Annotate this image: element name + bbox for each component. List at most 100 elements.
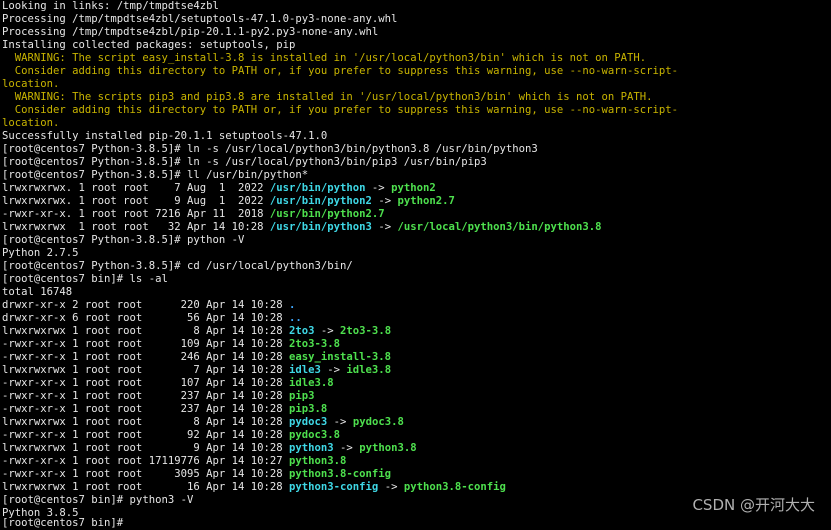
terminal-text: lrwxrwxrwx 1 root root 8 Apr 14 10:28 [2, 325, 290, 337]
terminal-text: -rwxr-xr-x 1 root root 246 Apr 14 10:28 [2, 351, 290, 363]
terminal-line: Consider adding this directory to PATH o… [2, 104, 831, 117]
terminal-text: [root@centos7 bin]# ls -al [2, 273, 168, 285]
terminal-highlight-green: python2 [391, 182, 436, 194]
terminal-line: lrwxrwxrwx 1 root root 9 Apr 14 10:28 py… [2, 442, 831, 455]
terminal-highlight-warn: Consider adding this directory to PATH o… [2, 104, 679, 116]
terminal-highlight-blue: . [289, 299, 296, 311]
terminal-text: -> [314, 325, 341, 337]
terminal-line: -rwxr-xr-x 1 root root 237 Apr 14 10:28 … [2, 390, 831, 403]
terminal-highlight-green: 2to3-3.8 [340, 325, 392, 337]
terminal-text: Installing collected packages: setuptool… [2, 39, 296, 51]
terminal-line: location. [2, 117, 831, 130]
terminal-highlight-green: pydoc3.8 [352, 416, 404, 428]
terminal-text: lrwxrwxrwx 1 root root 9 Apr 14 10:28 [2, 442, 290, 454]
terminal-highlight-green: python3.8 [289, 455, 347, 467]
terminal-line: -rwxr-xr-x. 1 root root 7216 Apr 11 2018… [2, 208, 831, 221]
terminal-line: -rwxr-xr-x 1 root root 17119776 Apr 14 1… [2, 455, 831, 468]
terminal-highlight-warn: WARNING: The scripts pip3 and pip3.8 are… [2, 91, 653, 103]
terminal-line: Consider adding this directory to PATH o… [2, 65, 831, 78]
terminal-text: -rwxr-xr-x 1 root root 237 Apr 14 10:28 [2, 403, 290, 415]
terminal-highlight-blue: .. [289, 312, 302, 324]
terminal-text: Python 2.7.5 [2, 247, 79, 259]
terminal-line: -rwxr-xr-x 1 root root 107 Apr 14 10:28 … [2, 377, 831, 390]
terminal-highlight-warn: WARNING: The script easy_install-3.8 is … [2, 52, 647, 64]
terminal-highlight-green: idle3.8 [346, 364, 392, 376]
terminal-line: -rwxr-xr-x 1 root root 92 Apr 14 10:28 p… [2, 429, 831, 442]
terminal-line: drwxr-xr-x 2 root root 220 Apr 14 10:28 … [2, 299, 831, 312]
terminal-line: Processing /tmp/tmpdtse4zbl/setuptools-4… [2, 13, 831, 26]
terminal-text: -rwxr-xr-x 1 root root 17119776 Apr 14 1… [2, 455, 290, 467]
terminal-line: Processing /tmp/tmpdtse4zbl/pip-20.1.1-p… [2, 26, 831, 39]
terminal-line: lrwxrwxrwx 1 root root 16 Apr 14 10:28 p… [2, 481, 831, 494]
terminal-highlight-cyan: /usr/bin/python [269, 182, 366, 194]
terminal-line: location. [2, 78, 831, 91]
terminal-highlight-green: python3.8 [359, 442, 417, 454]
terminal-highlight-cyan: /usr/bin/python2 [269, 195, 372, 207]
terminal-text: lrwxrwxrwx. 1 root root 9 Aug 1 2022 [2, 195, 270, 207]
csdn-watermark: CSDN @开河大大 [692, 496, 815, 514]
terminal-highlight-green: /usr/local/python3/bin/python3.8 [397, 221, 602, 233]
terminal-text: -> [327, 416, 353, 428]
terminal-text: [root@centos7 Python-3.8.5]# python -V [2, 234, 245, 246]
terminal-highlight-green: python3.8-config [403, 481, 506, 493]
terminal-text: [root@centos7 Python-3.8.5]# ln -s /usr/… [2, 156, 487, 168]
terminal-text: lrwxrwxrwx 1 root root 32 Apr 14 10:28 [2, 221, 270, 233]
terminal-text: lrwxrwxrwx 1 root root 16 Apr 14 10:28 [2, 481, 290, 493]
terminal-line: [root@centos7 Python-3.8.5]# cd /usr/loc… [2, 260, 831, 273]
terminal-line: [root@centos7 Python-3.8.5]# ln -s /usr/… [2, 156, 831, 169]
terminal-line: -rwxr-xr-x 1 root root 3095 Apr 14 10:28… [2, 468, 831, 481]
terminal-highlight-warn: location. [2, 78, 60, 90]
terminal-line: Python 2.7.5 [2, 247, 831, 260]
terminal-text: -> [320, 364, 347, 376]
terminal-line: [root@centos7 Python-3.8.5]# ln -s /usr/… [2, 143, 831, 156]
terminal-text: Looking in links: /tmp/tmpdtse4zbl [2, 0, 219, 12]
terminal-text: -> [365, 182, 392, 194]
terminal-highlight-green: pydoc3.8 [289, 429, 341, 441]
terminal-highlight-cyan: python3-config [289, 481, 379, 493]
terminal-highlight-green: pip3 [289, 390, 315, 402]
terminal-line: Installing collected packages: setuptool… [2, 39, 831, 52]
terminal-highlight-green: python2.7 [397, 195, 455, 207]
terminal-highlight-green: python3.8-config [289, 468, 392, 480]
terminal-line: [root@centos7 bin]# ls -al [2, 273, 831, 286]
terminal-text: -rwxr-xr-x 1 root root 109 Apr 14 10:28 [2, 338, 290, 350]
terminal-text: -> [378, 481, 404, 493]
terminal-highlight-warn: location. [2, 117, 60, 129]
terminal-text: drwxr-xr-x 2 root root 220 Apr 14 10:28 [2, 299, 290, 311]
terminal-text: [root@centos7 bin]# python3 -V [2, 494, 194, 506]
terminal-text: Processing /tmp/tmpdtse4zbl/pip-20.1.1-p… [2, 26, 379, 38]
terminal-text: [root@centos7 Python-3.8.5]# cd /usr/loc… [2, 260, 353, 272]
terminal-line: [root@centos7 Python-3.8.5]# ll /usr/bin… [2, 169, 831, 182]
terminal-highlight-green: easy_install-3.8 [289, 351, 392, 363]
terminal-line: [root@centos7 Python-3.8.5]# python -V [2, 234, 831, 247]
terminal-highlight-cyan: /usr/bin/python3 [269, 221, 372, 233]
terminal-line: lrwxrwxrwx 1 root root 8 Apr 14 10:28 2t… [2, 325, 831, 338]
terminal-text: lrwxrwxrwx 1 root root 7 Apr 14 10:28 [2, 364, 290, 376]
terminal-text: Successfully installed pip-20.1.1 setupt… [2, 130, 328, 142]
terminal-text: -rwxr-xr-x. 1 root root 7216 Apr 11 2018 [2, 208, 270, 220]
terminal-text: total 16748 [2, 286, 73, 298]
terminal-window[interactable]: Looking in links: /tmp/tmpdtse4zbl Proces… [0, 0, 831, 524]
terminal-highlight-green: idle3.8 [289, 377, 334, 389]
terminal-highlight-cyan: pydoc3 [289, 416, 328, 428]
terminal-text: -> [371, 195, 398, 207]
terminal-text: lrwxrwxrwx. 1 root root 7 Aug 1 2022 [2, 182, 270, 194]
terminal-text: -rwxr-xr-x 1 root root 107 Apr 14 10:28 [2, 377, 290, 389]
terminal-line: drwxr-xr-x 6 root root 56 Apr 14 10:28 .… [2, 312, 831, 325]
terminal-line: Successfully installed pip-20.1.1 setupt… [2, 130, 831, 143]
terminal-highlight-green: pip3.8 [289, 403, 328, 415]
terminal-highlight-green: 2to3-3.8 [289, 338, 341, 350]
terminal-highlight-green: /usr/bin/python2.7 [269, 208, 385, 220]
terminal-text: [root@centos7 Python-3.8.5]# ln -s /usr/… [2, 143, 538, 155]
terminal-text: -rwxr-xr-x 1 root root 3095 Apr 14 10:28 [2, 468, 290, 480]
terminal-text: Processing /tmp/tmpdtse4zbl/setuptools-4… [2, 13, 398, 25]
terminal-highlight-cyan: 2to3 [289, 325, 315, 337]
terminal-line: Looking in links: /tmp/tmpdtse4zbl [2, 0, 831, 13]
terminal-text: -> [333, 442, 360, 454]
terminal-line: -rwxr-xr-x 1 root root 237 Apr 14 10:28 … [2, 403, 831, 416]
terminal-highlight-warn: Consider adding this directory to PATH o… [2, 65, 679, 77]
terminal-highlight-cyan: idle3 [289, 364, 321, 376]
terminal-text: -> [371, 221, 398, 233]
terminal-line: lrwxrwxrwx. 1 root root 7 Aug 1 2022 /us… [2, 182, 831, 195]
terminal-text: lrwxrwxrwx 1 root root 8 Apr 14 10:28 [2, 416, 290, 428]
